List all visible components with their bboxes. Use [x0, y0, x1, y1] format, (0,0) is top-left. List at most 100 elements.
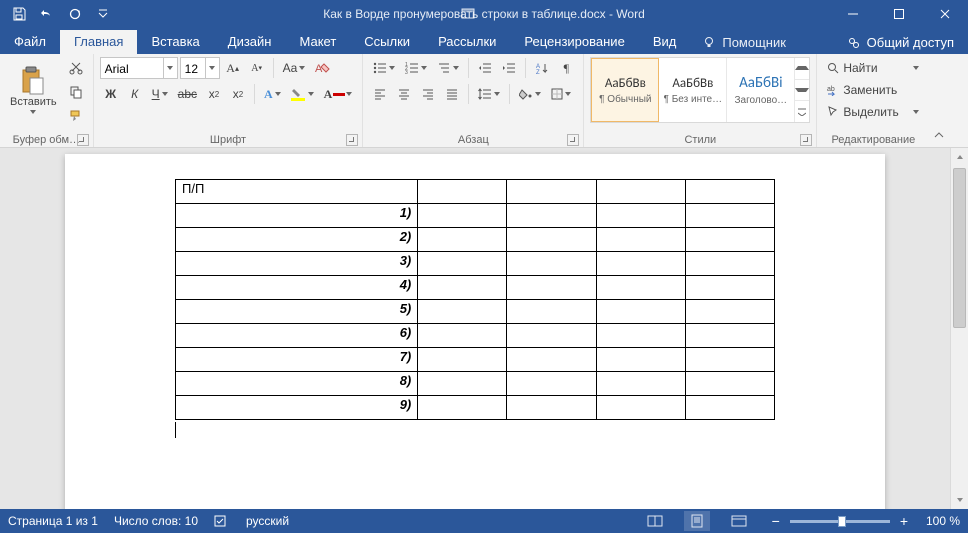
table-cell[interactable]: [418, 276, 507, 300]
table-cell[interactable]: 7): [176, 348, 418, 372]
proofing-icon[interactable]: [214, 514, 230, 528]
table-header-cell[interactable]: [418, 180, 507, 204]
page[interactable]: П/П1)2)3)4)5)6)7)8)9): [65, 154, 885, 509]
ribbon-display-options[interactable]: [454, 3, 482, 25]
table-cell[interactable]: [507, 300, 596, 324]
table-cell[interactable]: [596, 300, 685, 324]
select-button[interactable]: Выделить: [823, 101, 923, 123]
align-left-button[interactable]: [369, 83, 391, 105]
vertical-scrollbar[interactable]: [950, 148, 968, 509]
align-center-button[interactable]: [393, 83, 415, 105]
table-cell[interactable]: [596, 348, 685, 372]
bullets-button[interactable]: [369, 57, 399, 79]
table-header-cell[interactable]: [596, 180, 685, 204]
zoom-slider[interactable]: [790, 520, 890, 523]
font-color-button[interactable]: A: [320, 83, 357, 105]
table-cell[interactable]: [418, 228, 507, 252]
table-cell[interactable]: [685, 372, 774, 396]
save-button[interactable]: [8, 3, 30, 25]
close-button[interactable]: [922, 0, 968, 28]
subscript-button[interactable]: x2: [203, 83, 225, 105]
clipboard-dialog-launcher[interactable]: [77, 134, 89, 146]
bold-button[interactable]: Ж: [100, 83, 122, 105]
table-cell[interactable]: [596, 396, 685, 420]
highlight-button[interactable]: [287, 83, 318, 105]
table-cell[interactable]: [507, 204, 596, 228]
table-cell[interactable]: 3): [176, 252, 418, 276]
collapse-ribbon-button[interactable]: [930, 127, 948, 143]
table-cell[interactable]: [685, 300, 774, 324]
table-cell[interactable]: [418, 324, 507, 348]
table-cell[interactable]: [685, 228, 774, 252]
superscript-button[interactable]: x2: [227, 83, 249, 105]
table-cell[interactable]: 1): [176, 204, 418, 228]
scroll-up[interactable]: [951, 148, 968, 166]
table-cell[interactable]: [418, 300, 507, 324]
underline-button[interactable]: Ч: [148, 83, 172, 105]
gallery-down[interactable]: [795, 80, 809, 102]
show-marks-button[interactable]: ¶: [555, 57, 577, 79]
table-cell[interactable]: [596, 276, 685, 300]
zoom-in-button[interactable]: +: [896, 513, 912, 529]
multilevel-list-button[interactable]: [433, 57, 463, 79]
styles-dialog-launcher[interactable]: [800, 134, 812, 146]
table-cell[interactable]: [418, 348, 507, 372]
justify-button[interactable]: [441, 83, 463, 105]
tab-home[interactable]: Главная: [60, 30, 137, 54]
zoom-knob[interactable]: [838, 516, 846, 527]
table-header-cell[interactable]: [507, 180, 596, 204]
replace-button[interactable]: ab Заменить: [823, 79, 923, 101]
scroll-down[interactable]: [951, 491, 968, 509]
scroll-track[interactable]: [951, 166, 968, 491]
tab-view[interactable]: Вид: [639, 30, 691, 54]
table-header-cell[interactable]: [685, 180, 774, 204]
tab-review[interactable]: Рецензирование: [510, 30, 638, 54]
tab-references[interactable]: Ссылки: [350, 30, 424, 54]
gallery-more[interactable]: [795, 101, 809, 122]
word-count[interactable]: Число слов: 10: [114, 514, 198, 528]
table-cell[interactable]: [418, 204, 507, 228]
table-cell[interactable]: [596, 204, 685, 228]
table-cell[interactable]: [418, 252, 507, 276]
strikethrough-button[interactable]: abc: [174, 83, 201, 105]
shrink-font-button[interactable]: A▾: [246, 57, 268, 79]
tab-file[interactable]: Файл: [0, 30, 60, 54]
font-name-dropdown[interactable]: [164, 57, 178, 79]
table-cell[interactable]: 2): [176, 228, 418, 252]
tell-me-box[interactable]: Помощник: [690, 31, 798, 54]
tab-design[interactable]: Дизайн: [214, 30, 286, 54]
grow-font-button[interactable]: A▴: [222, 57, 244, 79]
table-cell[interactable]: 4): [176, 276, 418, 300]
table-cell[interactable]: [596, 372, 685, 396]
tab-insert[interactable]: Вставка: [137, 30, 213, 54]
table-cell[interactable]: [685, 252, 774, 276]
table-cell[interactable]: 9): [176, 396, 418, 420]
change-case-button[interactable]: Aa: [279, 57, 310, 79]
gallery-up[interactable]: [795, 58, 809, 80]
print-layout-button[interactable]: [684, 511, 710, 531]
text-effects-button[interactable]: A: [260, 83, 285, 105]
minimize-button[interactable]: [830, 0, 876, 28]
align-right-button[interactable]: [417, 83, 439, 105]
page-indicator[interactable]: Страница 1 из 1: [8, 514, 98, 528]
table-cell[interactable]: 6): [176, 324, 418, 348]
italic-button[interactable]: К: [124, 83, 146, 105]
sort-button[interactable]: AZ: [531, 57, 553, 79]
tab-mailings[interactable]: Рассылки: [424, 30, 510, 54]
table-cell[interactable]: [507, 228, 596, 252]
table-cell[interactable]: [685, 276, 774, 300]
web-layout-button[interactable]: [726, 511, 752, 531]
table-cell[interactable]: [418, 396, 507, 420]
table-cell[interactable]: [507, 252, 596, 276]
share-button[interactable]: Общий доступ: [833, 31, 968, 54]
increase-indent-button[interactable]: [498, 57, 520, 79]
styles-gallery[interactable]: АаБбВв ¶ Обычный АаБбВв ¶ Без инте… АаБб…: [590, 57, 810, 123]
table-cell[interactable]: [507, 324, 596, 348]
language-indicator[interactable]: русский: [246, 514, 289, 528]
clear-formatting-button[interactable]: A: [311, 57, 335, 79]
borders-button[interactable]: [547, 83, 575, 105]
table-cell[interactable]: [685, 204, 774, 228]
qat-customize[interactable]: [92, 3, 114, 25]
table-cell[interactable]: 5): [176, 300, 418, 324]
table-cell[interactable]: [507, 396, 596, 420]
